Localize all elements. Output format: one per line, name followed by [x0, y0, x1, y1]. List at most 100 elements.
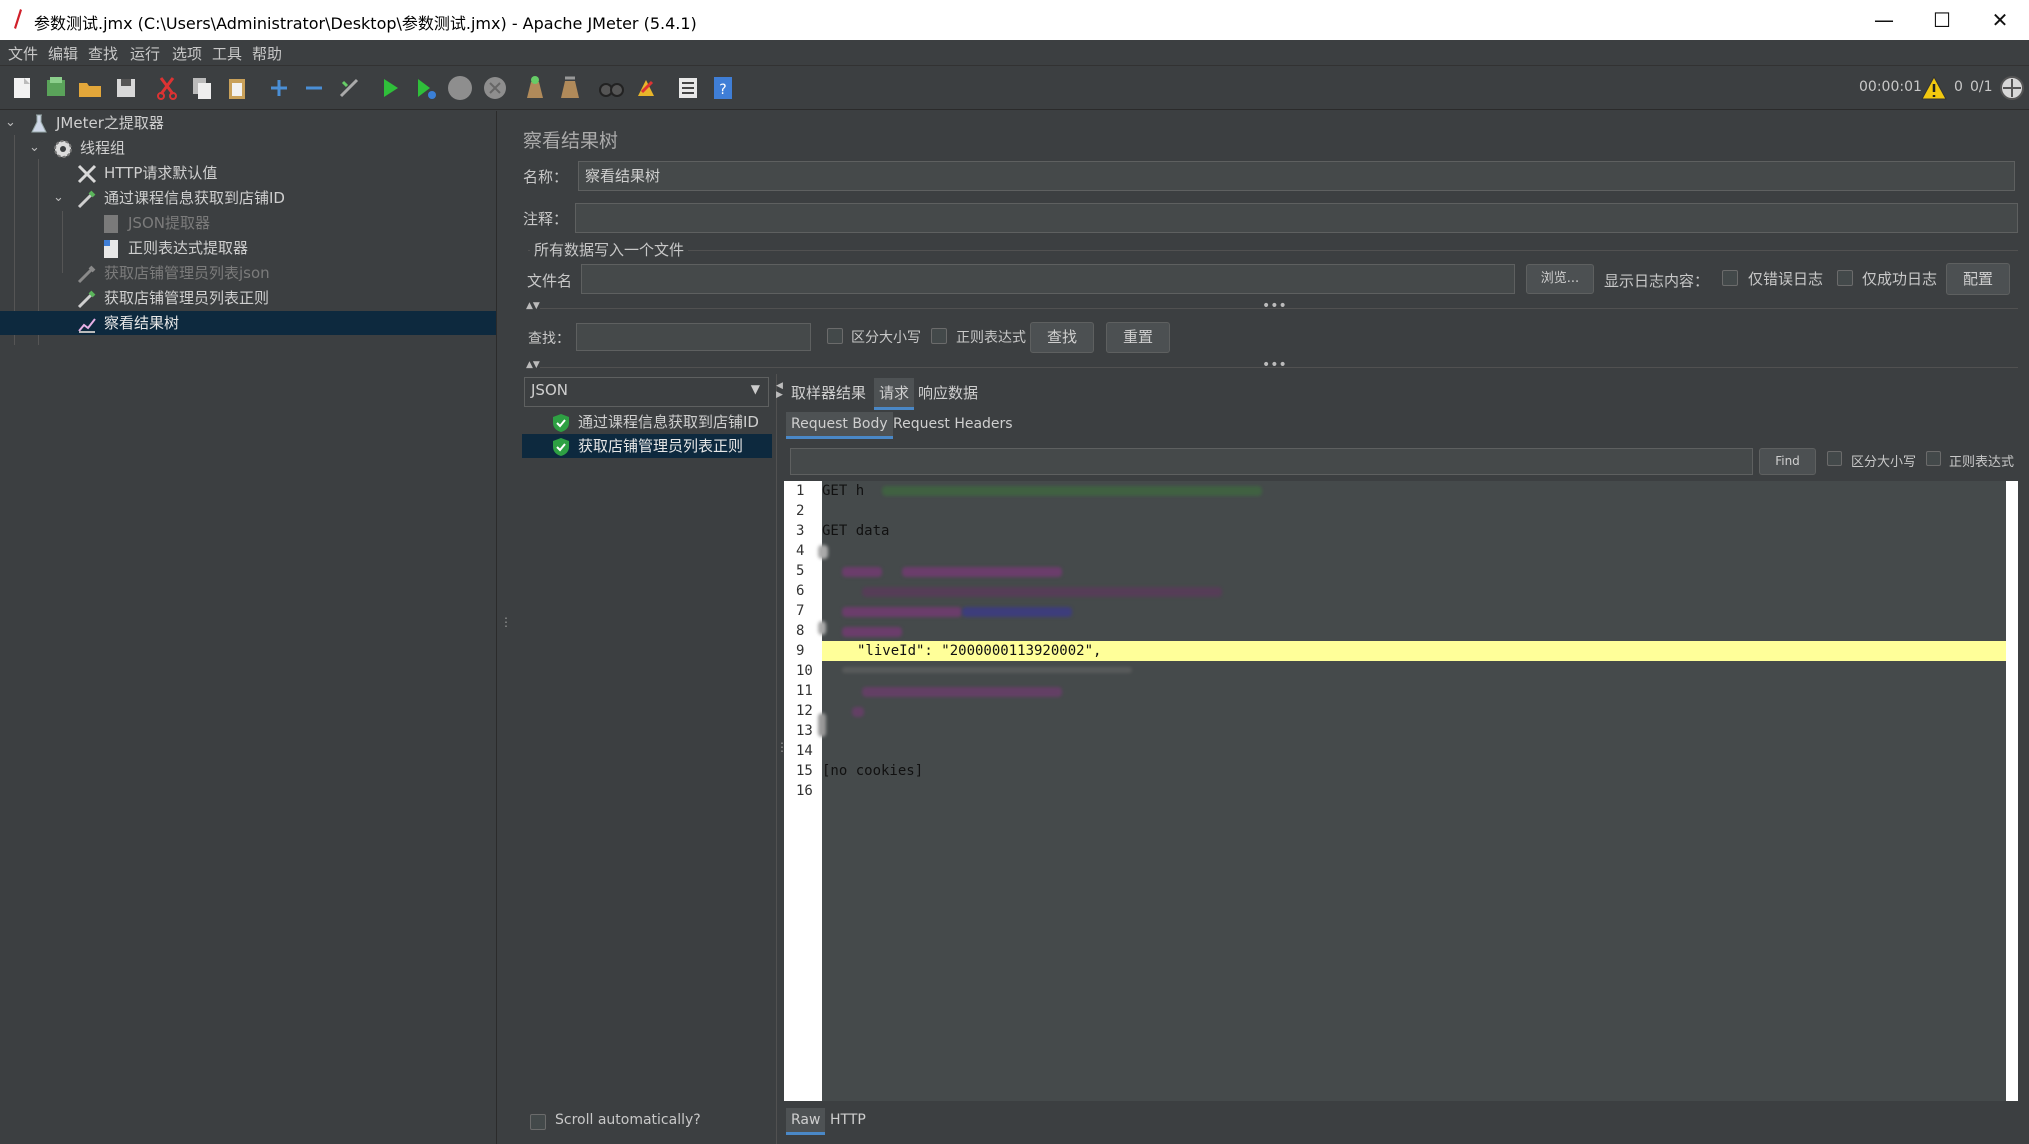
request-body-editor[interactable]: GET h GET data "liveId": "20000001139200… — [818, 481, 2006, 1101]
menu-file[interactable]: 文件 — [8, 43, 38, 64]
help-icon[interactable]: ? — [709, 74, 737, 102]
name-field[interactable]: 察看结果树 — [578, 161, 2015, 191]
redacted-text — [902, 567, 1062, 577]
tab-raw[interactable]: Raw — [786, 1108, 826, 1135]
templates-icon[interactable] — [42, 74, 70, 102]
line-number: 16 — [796, 783, 813, 799]
redacted-text — [842, 627, 902, 637]
subtab-request-body[interactable]: Request Body — [786, 412, 893, 439]
redacted-text — [842, 607, 962, 617]
tree-item-json-extractor[interactable]: JSON提取器 — [100, 211, 210, 235]
collapse-arrows-icon[interactable]: ▲▼ — [526, 301, 540, 311]
subtab-request-headers[interactable]: Request Headers — [888, 412, 1018, 436]
tab-response-data[interactable]: 响应数据 — [913, 378, 983, 407]
start-icon[interactable] — [376, 74, 404, 102]
line-number: 5 — [796, 563, 805, 579]
function-helper-icon[interactable] — [674, 74, 702, 102]
toggle-icon[interactable] — [335, 74, 363, 102]
success-only-checkbox[interactable] — [1837, 270, 1853, 286]
case-sensitive-checkbox[interactable] — [827, 328, 843, 344]
chevron-down-icon[interactable]: ⌄ — [5, 115, 16, 130]
search-label: 查找： — [528, 331, 570, 347]
fold-marker-icon — [818, 713, 826, 737]
editor-find-button[interactable]: Find — [1759, 448, 1816, 475]
new-icon[interactable] — [8, 74, 36, 102]
stop-icon[interactable] — [446, 74, 474, 102]
collapse-arrows-icon[interactable]: ▲▼ — [526, 360, 540, 370]
open-icon[interactable] — [76, 74, 104, 102]
redacted-text — [862, 687, 1062, 697]
vertical-scrollbar[interactable] — [2006, 481, 2018, 1101]
filename-field[interactable] — [581, 264, 1515, 294]
search-icon[interactable] — [597, 74, 625, 102]
expand-icon[interactable] — [265, 74, 293, 102]
regex-checkbox[interactable] — [931, 328, 947, 344]
redacted-text — [882, 486, 1262, 496]
browse-button[interactable]: 浏览... — [1526, 264, 1594, 294]
minimize-button[interactable]: — — [1855, 0, 1913, 40]
reset-button[interactable]: 重置 — [1106, 322, 1170, 353]
chevron-down-icon[interactable]: ⌄ — [53, 190, 64, 205]
sample-item[interactable]: 通过课程信息获取到店铺ID — [550, 410, 759, 434]
reset-search-icon[interactable] — [632, 74, 660, 102]
configure-button[interactable]: 配置 — [1946, 263, 2010, 295]
search-field[interactable] — [576, 323, 811, 351]
tree-item-view-results-tree[interactable]: 察看结果树 — [0, 311, 496, 335]
tab-sampler-result[interactable]: 取样器结果 — [786, 378, 871, 407]
comment-field[interactable] — [575, 203, 2018, 233]
find-button[interactable]: 查找 — [1030, 322, 1094, 353]
splitter-handle[interactable]: ⋮ — [500, 616, 512, 636]
sample-item-selected[interactable]: 获取店铺管理员列表正则 — [522, 434, 772, 458]
code-line: GET data — [822, 523, 890, 539]
chevron-down-icon[interactable]: ⌄ — [29, 140, 40, 155]
tree-item-sampler-regex[interactable]: 获取店铺管理员列表正则 — [76, 286, 269, 310]
shutdown-icon[interactable] — [481, 74, 509, 102]
menu-tools[interactable]: 工具 — [212, 43, 242, 64]
sample-label: 获取店铺管理员列表正则 — [578, 437, 744, 455]
splitter-dots-icon[interactable]: ••• — [1262, 357, 1287, 373]
menu-run[interactable]: 运行 — [130, 43, 160, 64]
renderer-select[interactable]: JSON ▼ — [524, 377, 769, 407]
copy-icon[interactable] — [188, 74, 216, 102]
tree-item-http-defaults[interactable]: HTTP请求默认值 — [76, 161, 217, 185]
pipette-icon — [77, 190, 96, 208]
tree-item-regex-extractor[interactable]: 正则表达式提取器 — [100, 236, 248, 260]
menu-options[interactable]: 选项 — [172, 43, 202, 64]
save-icon[interactable] — [112, 74, 140, 102]
tab-request[interactable]: 请求 — [874, 378, 915, 410]
close-button[interactable]: ✕ — [1971, 0, 2029, 40]
find-text-field[interactable] — [790, 448, 1753, 475]
shield-check-icon — [553, 413, 569, 432]
start-no-pause-icon[interactable] — [411, 74, 439, 102]
paste-icon[interactable] — [223, 74, 251, 102]
line-number: 14 — [796, 743, 813, 759]
editor-case-checkbox[interactable] — [1827, 451, 1842, 466]
remote-icon[interactable] — [1998, 74, 2026, 102]
tree-item-sampler-course[interactable]: 通过课程信息获取到店铺ID — [76, 186, 285, 210]
tree-item-sampler-json[interactable]: 获取店铺管理员列表json — [76, 261, 270, 285]
errors-only-checkbox[interactable] — [1722, 270, 1738, 286]
tree-item-test-plan[interactable]: JMeter之提取器 — [28, 111, 164, 135]
warning-icon[interactable] — [1920, 74, 1947, 102]
clear-icon[interactable] — [521, 74, 549, 102]
menu-edit[interactable]: 编辑 — [48, 43, 78, 64]
cut-icon[interactable] — [153, 74, 181, 102]
tree-item-thread-group[interactable]: 线程组 — [52, 136, 125, 160]
scroll-auto-checkbox[interactable] — [530, 1114, 546, 1130]
maximize-button[interactable]: ☐ — [1913, 0, 1971, 40]
line-number: 13 — [796, 723, 813, 739]
collapse-icon[interactable] — [300, 74, 328, 102]
menu-search[interactable]: 查找 — [88, 43, 118, 64]
chart-icon — [78, 317, 96, 333]
flask-icon — [31, 114, 47, 132]
collapse-arrows-icon[interactable]: ◀ ▶ — [776, 382, 784, 400]
menu-help[interactable]: 帮助 — [252, 43, 282, 64]
sample-label: 通过课程信息获取到店铺ID — [578, 413, 759, 431]
doc-icon — [104, 214, 118, 233]
clear-all-icon[interactable] — [556, 74, 584, 102]
editor-regex-checkbox[interactable] — [1926, 451, 1941, 466]
splitter-dots-icon[interactable]: ••• — [1262, 298, 1287, 314]
line-number: 10 — [796, 663, 813, 679]
tab-http[interactable]: HTTP — [825, 1108, 871, 1132]
editor-regex-label: 正则表达式 — [1949, 455, 2015, 470]
